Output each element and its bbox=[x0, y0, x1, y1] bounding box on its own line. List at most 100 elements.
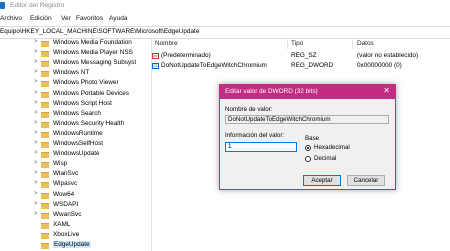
menu-edicion[interactable]: Edición bbox=[30, 15, 52, 22]
tree-item-label: XAML bbox=[53, 220, 71, 228]
chevron-right-icon[interactable]: > bbox=[34, 120, 38, 126]
dialog-title: Editar valor de DWORD (32 bits) bbox=[225, 88, 318, 95]
tree-item[interactable]: > Windows NT bbox=[0, 69, 151, 79]
folder-icon bbox=[41, 41, 49, 47]
folder-icon bbox=[41, 111, 49, 118]
tree-item[interactable]: > Windows Media Foundation bbox=[0, 39, 151, 49]
tree-item-label: Windows Photo Viewer bbox=[53, 79, 119, 87]
chevron-right-icon[interactable]: > bbox=[34, 130, 38, 136]
tree-item-label: Windows Search bbox=[53, 109, 101, 117]
close-icon[interactable]: ✕ bbox=[383, 86, 390, 95]
chevron-right-icon[interactable]: > bbox=[34, 110, 38, 116]
menu-archivo[interactable]: Archivo bbox=[0, 15, 22, 22]
chevron-right-icon[interactable]: > bbox=[34, 59, 38, 65]
tree-item[interactable]: > Windows Security Health bbox=[0, 120, 151, 130]
tree-item[interactable]: > Windows Portable Devices bbox=[0, 90, 151, 100]
tree-item[interactable]: > Wisp bbox=[0, 160, 151, 170]
value-data-label: Información del valor: bbox=[225, 132, 285, 139]
chevron-right-icon[interactable]: > bbox=[34, 39, 38, 45]
tree-item[interactable]: > Windows Media Player NSS bbox=[0, 49, 151, 59]
tree-item-label: WwanSvc bbox=[53, 210, 82, 218]
chevron-right-icon[interactable]: > bbox=[34, 79, 38, 85]
tree-item[interactable]: > WSDAPI bbox=[0, 201, 151, 211]
folder-icon bbox=[41, 243, 49, 249]
tree-item[interactable]: XboxLive bbox=[0, 231, 151, 241]
folder-icon bbox=[41, 212, 49, 219]
tree-item[interactable]: > Wow64 bbox=[0, 191, 151, 201]
chevron-right-icon[interactable]: > bbox=[34, 160, 38, 166]
chevron-right-icon[interactable]: > bbox=[34, 201, 38, 207]
tree-item[interactable]: > WindowsSelfHost bbox=[0, 140, 151, 150]
tree-item[interactable]: > Windows Messaging Subsyst bbox=[0, 59, 151, 69]
chevron-right-icon[interactable]: > bbox=[34, 49, 38, 55]
chevron-right-icon[interactable]: > bbox=[34, 180, 38, 186]
decimal-radio[interactable] bbox=[305, 156, 311, 162]
regedit-icon bbox=[0, 2, 5, 9]
chevron-right-icon[interactable]: > bbox=[34, 69, 38, 75]
tree-item-label: WindowsRuntime bbox=[53, 129, 103, 137]
tree-item-label: WSDAPI bbox=[53, 200, 79, 208]
chevron-right-icon[interactable]: > bbox=[34, 211, 38, 217]
chevron-right-icon[interactable]: > bbox=[34, 170, 38, 176]
tree-item-label: WindowsSelfHost bbox=[53, 140, 104, 147]
folder-icon bbox=[41, 202, 49, 209]
folder-icon bbox=[41, 121, 49, 128]
chevron-right-icon[interactable]: > bbox=[34, 191, 38, 197]
value-name: DoNotUpdateToEdgeWitchChromium bbox=[161, 62, 267, 69]
folder-icon bbox=[41, 61, 49, 68]
decimal-label[interactable]: Decimal bbox=[314, 155, 336, 162]
dword-value-icon: 01 bbox=[152, 63, 159, 69]
tree-item-label: Windows Security Health bbox=[53, 119, 125, 127]
column-header-data[interactable]: Datos bbox=[357, 40, 374, 47]
folder-icon bbox=[41, 71, 49, 78]
menu-ayuda[interactable]: Ayuda bbox=[109, 15, 128, 22]
tree-item-label: WlanSvc bbox=[53, 170, 79, 178]
tree-item[interactable]: XAML bbox=[0, 221, 151, 231]
value-data-input[interactable]: 1 bbox=[225, 142, 297, 152]
tree-item-label: Windows Portable Devices bbox=[53, 89, 130, 97]
window-title: Editor del Registro bbox=[10, 2, 65, 9]
folder-icon bbox=[41, 152, 49, 159]
base-label: Base bbox=[305, 135, 320, 142]
menu-ver[interactable]: Ver bbox=[61, 15, 71, 22]
address-path[interactable]: Equipo\HKEY_LOCAL_MACHINE\SOFTWARE\Micro… bbox=[0, 28, 199, 35]
value-type: REG_DWORD bbox=[291, 62, 334, 69]
folder-icon bbox=[41, 172, 49, 179]
column-divider[interactable] bbox=[352, 38, 353, 49]
string-value-icon: ab bbox=[152, 53, 159, 59]
column-divider[interactable] bbox=[287, 38, 288, 49]
folder-icon bbox=[41, 162, 49, 169]
tree-item[interactable]: > WindowsUpdate bbox=[0, 150, 151, 160]
tree-item[interactable]: EdgeUpdate bbox=[0, 241, 151, 251]
dialog-title-bar[interactable]: Editar valor de DWORD (32 bits) ✕ bbox=[220, 85, 395, 99]
tree-item-label: Windows Script Host bbox=[53, 99, 112, 107]
tree-item[interactable]: > WwanSvc bbox=[0, 211, 151, 221]
tree-item[interactable]: > Wlpasvc bbox=[0, 180, 151, 190]
chevron-right-icon[interactable]: > bbox=[34, 100, 38, 106]
chevron-right-icon[interactable]: > bbox=[34, 140, 38, 146]
value-name: (Predeterminado) bbox=[161, 52, 211, 59]
hexadecimal-radio[interactable] bbox=[305, 145, 311, 151]
tree-item[interactable]: > WlanSvc bbox=[0, 170, 151, 180]
column-header-type[interactable]: Tipo bbox=[291, 40, 303, 47]
ok-button[interactable]: Aceptar bbox=[303, 175, 341, 186]
tree-item[interactable]: > Windows Script Host bbox=[0, 100, 151, 110]
value-row[interactable]: 01 DoNotUpdateToEdgeWitchChromium REG_DW… bbox=[152, 62, 450, 71]
hexadecimal-label[interactable]: Hexadecimal bbox=[314, 144, 350, 151]
value-data: 0x00000000 (0) bbox=[357, 62, 402, 69]
title-bar: Editor del Registro bbox=[0, 0, 450, 13]
column-header-name[interactable]: Nombre bbox=[155, 40, 178, 47]
tree-item[interactable]: > Windows Search bbox=[0, 110, 151, 120]
chevron-right-icon[interactable]: > bbox=[34, 150, 38, 156]
tree-item[interactable]: > WindowsRuntime bbox=[0, 130, 151, 140]
chevron-right-icon[interactable]: > bbox=[34, 90, 38, 96]
folder-icon bbox=[41, 232, 49, 239]
menu-favoritos[interactable]: Favoritos bbox=[76, 15, 103, 22]
folder-icon bbox=[41, 131, 49, 138]
folder-icon bbox=[41, 182, 49, 189]
cancel-button[interactable]: Cancelar bbox=[347, 175, 385, 186]
folder-icon bbox=[41, 51, 49, 58]
tree-item[interactable]: > Windows Photo Viewer bbox=[0, 79, 151, 89]
value-row[interactable]: ab (Predeterminado) REG_SZ (valor no est… bbox=[152, 52, 450, 61]
tree-item-label: Wlpasvc bbox=[53, 180, 78, 188]
